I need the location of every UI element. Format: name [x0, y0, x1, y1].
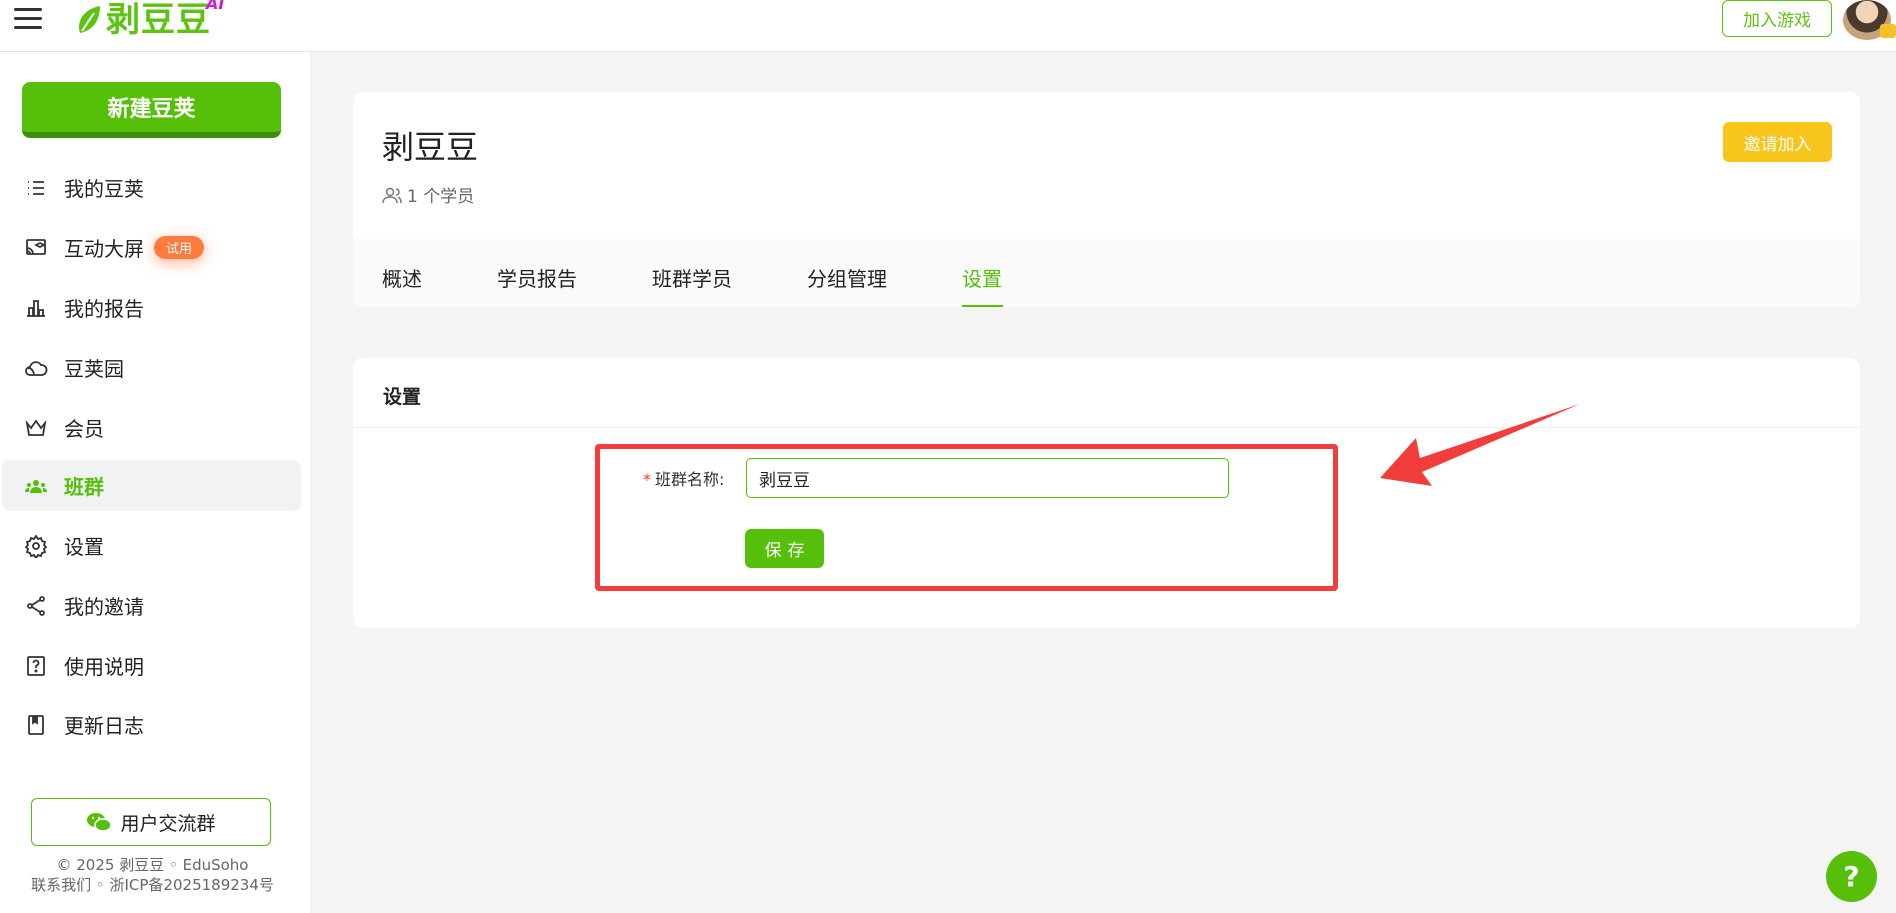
sidebar-item-my-reports[interactable]: 我的报告	[2, 282, 301, 333]
annotation-arrow-icon	[1380, 404, 1580, 486]
tab-class-students[interactable]: 班群学员	[652, 263, 732, 292]
logo-text: 剥豆豆	[106, 0, 211, 40]
list-icon	[24, 176, 48, 200]
cast-screen-icon	[24, 236, 48, 260]
users-icon	[382, 187, 402, 203]
sidebar-item-label: 更新日志	[64, 714, 144, 738]
active-tab-indicator	[962, 305, 1003, 307]
sidebar-item-label: 互动大屏	[64, 237, 144, 261]
join-game-button[interactable]: 加入游戏	[1722, 0, 1832, 37]
sidebar-item-membership[interactable]: 会员	[2, 402, 301, 453]
trial-badge: 试用	[154, 236, 205, 259]
gear-icon	[24, 533, 48, 558]
sidebar-item-label: 我的豆荚	[64, 177, 144, 201]
cloud-icon	[24, 356, 48, 380]
required-mark: *	[643, 470, 651, 489]
save-button[interactable]: 保存	[745, 529, 824, 568]
user-group-button[interactable]: 用户交流群	[31, 798, 271, 846]
sidebar-item-settings[interactable]: 设置	[2, 520, 301, 571]
sidebar-item-pod-garden[interactable]: 豆荚园	[2, 342, 301, 393]
menu-icon[interactable]	[14, 5, 42, 29]
help-square-icon	[24, 654, 48, 678]
sidebar-item-my-pods[interactable]: 我的豆荚	[2, 162, 301, 213]
tab-group-management[interactable]: 分组管理	[807, 263, 887, 292]
footer-contact-icp[interactable]: 联系我们 ◦ 浙ICP备2025189234号	[0, 874, 305, 895]
class-title: 剥豆豆	[382, 128, 479, 166]
bar-chart-icon	[24, 296, 48, 320]
invite-join-button[interactable]: 邀请加入	[1723, 122, 1832, 162]
logo[interactable]: 剥豆豆 AI	[74, 0, 224, 40]
sidebar-item-label: 豆荚园	[64, 357, 124, 381]
tab-settings[interactable]: 设置	[962, 263, 1002, 292]
sidebar-item-class-group[interactable]: 班群	[2, 460, 301, 511]
crown-icon	[24, 416, 48, 440]
class-tabs: 概述 学员报告 班群学员 分组管理 设置	[353, 239, 1860, 307]
new-pod-button[interactable]: 新建豆荚	[22, 82, 281, 138]
footer-copyright: © 2025 剥豆豆 ◦ EduSoho	[56, 856, 249, 874]
leaf-logo-icon	[78, 6, 100, 33]
sidebar-item-label: 设置	[64, 535, 104, 559]
help-button[interactable]: ?	[1826, 851, 1877, 902]
user-group-label: 用户交流群	[120, 812, 216, 835]
sidebar-item-label: 我的邀请	[64, 595, 144, 619]
sidebar: 新建豆荚 我的豆荚 互动大屏 试用 我的报告 豆荚园 会员 班群 设置 我的邀请…	[0, 52, 311, 913]
sidebar-item-label: 使用说明	[64, 655, 144, 679]
vip-badge-icon	[1880, 24, 1896, 38]
divider	[353, 427, 1860, 428]
class-name-label: * 班群名称:	[643, 466, 724, 490]
wechat-icon	[87, 813, 113, 832]
sidebar-item-label: 会员	[64, 417, 104, 441]
top-bar: 剥豆豆 AI 加入游戏	[0, 0, 1896, 52]
sidebar-item-changelog[interactable]: 更新日志	[2, 699, 301, 750]
member-count: 1 个学员	[382, 182, 474, 207]
member-count-text: 1 个学员	[407, 187, 475, 207]
tab-overview[interactable]: 概述	[382, 263, 422, 292]
class-name-label-text: 班群名称:	[655, 470, 725, 489]
sidebar-item-instructions[interactable]: 使用说明	[2, 640, 301, 691]
share-icon	[24, 594, 48, 618]
settings-card: 设置 *班群名称: 保存	[353, 358, 1860, 628]
class-name-input[interactable]	[746, 458, 1229, 498]
bookmark-icon	[24, 713, 48, 737]
sidebar-item-label: 班群	[64, 475, 104, 499]
tab-student-reports[interactable]: 学员报告	[497, 263, 577, 292]
logo-ai-badge: AI	[206, 0, 225, 13]
settings-heading: 设置	[383, 386, 422, 408]
sidebar-item-label: 我的报告	[64, 297, 144, 321]
group-icon	[24, 474, 48, 498]
sidebar-item-my-invites[interactable]: 我的邀请	[2, 580, 301, 631]
sidebar-item-interactive-screen[interactable]: 互动大屏 试用	[2, 222, 301, 273]
class-header-card: 剥豆豆 1 个学员 邀请加入 概述 学员报告 班群学员 分组管理 设置	[353, 92, 1860, 307]
